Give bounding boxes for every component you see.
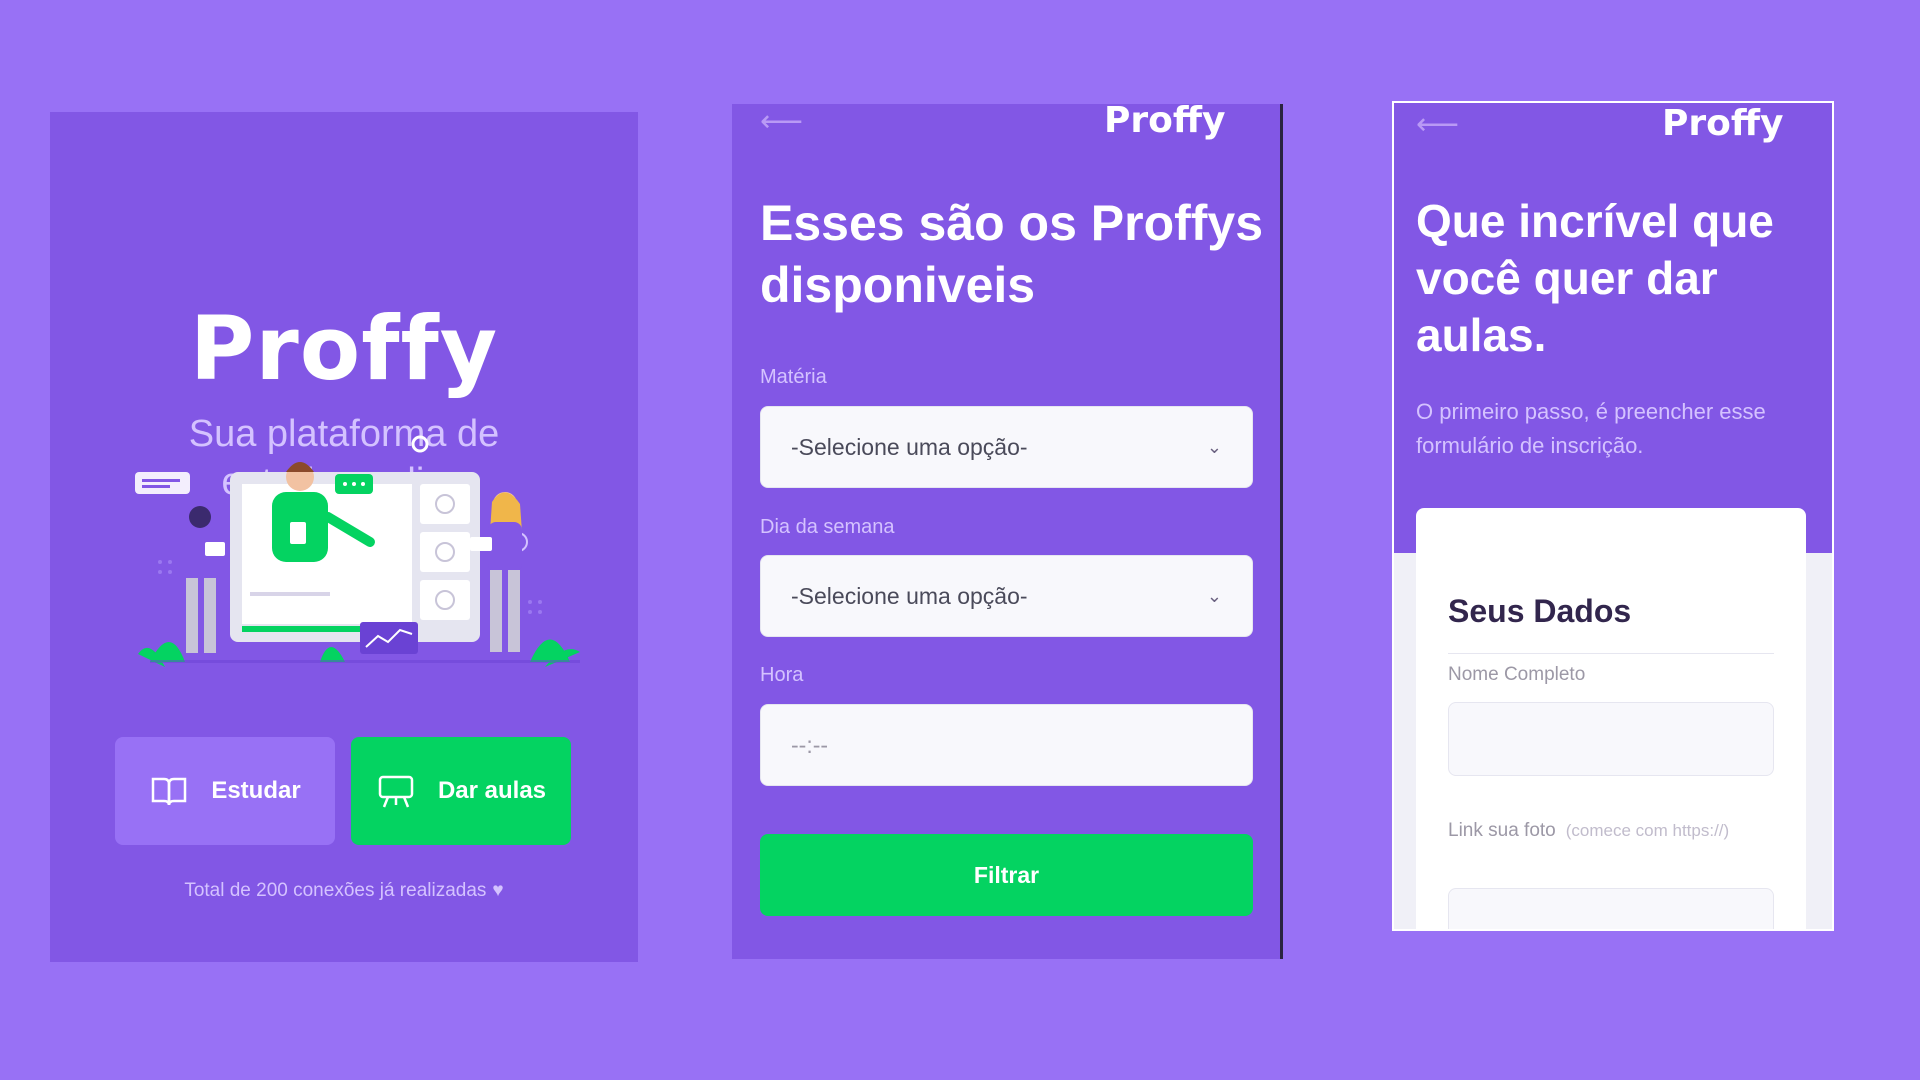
photo-hint: (comece com https://) bbox=[1565, 821, 1730, 840]
divider bbox=[1448, 653, 1774, 654]
photo-url-input[interactable] bbox=[1448, 888, 1774, 929]
time-label: Hora bbox=[760, 664, 804, 686]
subject-label: Matéria bbox=[760, 366, 827, 388]
back-arrow-icon[interactable]: ⟵ bbox=[1416, 110, 1459, 140]
photo-label: Link sua foto (comece com https://) bbox=[1448, 820, 1730, 841]
heart-icon: ♥ bbox=[492, 880, 504, 901]
proffy-logo: Proffy bbox=[1662, 103, 1784, 144]
book-open-icon bbox=[152, 777, 187, 806]
connections-text: Total de 200 conexões já realizadas ♥ bbox=[184, 880, 504, 901]
weekday-label: Dia da semana bbox=[760, 516, 895, 538]
name-label: Nome Completo bbox=[1448, 664, 1586, 685]
page-description: O primeiro passo, é preencher esse formu… bbox=[1416, 399, 1766, 458]
time-input[interactable]: --:-- bbox=[760, 704, 1253, 786]
chevron-down-icon: ⌄ bbox=[1206, 436, 1222, 457]
back-arrow-icon[interactable]: ⟵ bbox=[760, 107, 803, 137]
filter-button[interactable]: Filtrar bbox=[760, 834, 1253, 916]
presentation-icon bbox=[378, 775, 414, 808]
teach-button-label: Dar aulas bbox=[437, 777, 547, 804]
teacher-list-screen: ⟵ Proffy Esses são os Proffys disponivei… bbox=[732, 104, 1283, 959]
name-input[interactable] bbox=[1448, 702, 1774, 776]
give-classes-screen: ⟵ Proffy Que incrível que você quer dar … bbox=[1392, 101, 1834, 931]
proffy-logo: Proffy bbox=[189, 297, 499, 400]
page-title: Esses são os Proffys disponiveis bbox=[760, 195, 1264, 313]
chevron-down-icon: ⌄ bbox=[1206, 585, 1222, 606]
study-button-label: Estudar bbox=[211, 777, 301, 804]
study-button[interactable]: Estudar bbox=[115, 737, 335, 845]
registration-form: Seus Dados Nome Completo Link sua foto (c… bbox=[1416, 508, 1806, 929]
proffy-logo: Proffy bbox=[1104, 104, 1226, 141]
weekday-select[interactable]: -Selecione uma opção- ⌄ bbox=[760, 555, 1253, 637]
subject-select[interactable]: -Selecione uma opção- ⌄ bbox=[760, 406, 1253, 488]
section-title: Seus Dados bbox=[1448, 593, 1632, 629]
teach-button[interactable]: Dar aulas bbox=[351, 737, 571, 845]
landing-screen: Proffy Sua plataforma de estudos online bbox=[50, 112, 638, 962]
page-title: Que incrível que você quer dar aulas. bbox=[1416, 195, 1774, 361]
hero-illustration bbox=[135, 435, 580, 667]
